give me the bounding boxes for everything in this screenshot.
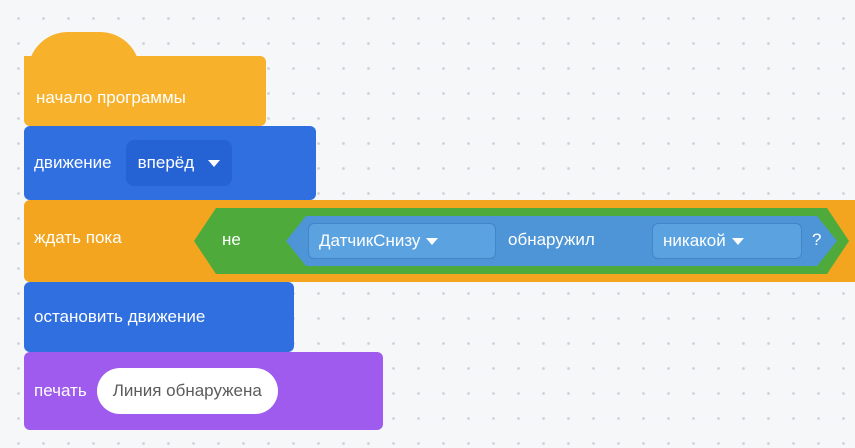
print-text-input[interactable]: Линия обнаружена bbox=[96, 368, 278, 414]
move-block[interactable]: движение вперёд bbox=[24, 126, 316, 200]
move-label: движение bbox=[34, 153, 112, 172]
stop-motion-label: остановить движение bbox=[34, 307, 206, 326]
print-block[interactable]: печать Линия обнаружена bbox=[24, 352, 383, 430]
object-dropdown[interactable]: никакой bbox=[652, 223, 802, 259]
start-program-block[interactable]: начало программы bbox=[24, 56, 266, 126]
question-mark: ? bbox=[812, 230, 822, 249]
chevron-down-icon bbox=[731, 237, 744, 245]
wait-until-block[interactable]: ждать пока не ДатчикСнизу обнаружил ника… bbox=[24, 200, 855, 282]
stop-motion-block[interactable]: остановить движение bbox=[24, 282, 294, 352]
detected-label: обнаружил bbox=[508, 230, 595, 249]
direction-dropdown[interactable]: вперёд bbox=[125, 140, 233, 186]
not-label: не bbox=[222, 230, 241, 249]
wait-until-label: ждать пока bbox=[34, 228, 122, 247]
sensor-dropdown[interactable]: ДатчикСнизу bbox=[308, 223, 496, 259]
direction-value: вперёд bbox=[137, 153, 195, 172]
start-program-label: начало программы bbox=[36, 88, 186, 107]
sensor-value: ДатчикСнизу bbox=[319, 231, 421, 250]
print-label: печать bbox=[34, 381, 87, 400]
object-value: никакой bbox=[663, 231, 726, 250]
chevron-down-icon bbox=[208, 159, 221, 167]
chevron-down-icon bbox=[426, 237, 439, 245]
